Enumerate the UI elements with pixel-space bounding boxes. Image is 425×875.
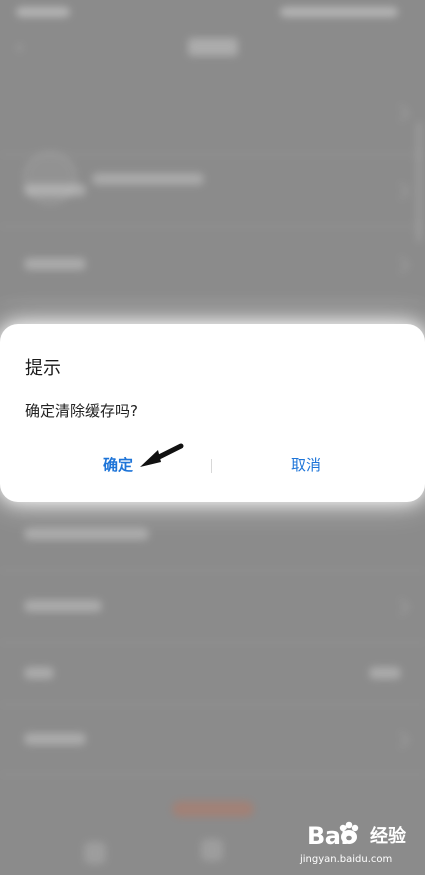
scrollbar[interactable] <box>417 122 421 242</box>
settings-row-label-blur <box>24 184 86 196</box>
dialog-message: 确定清除缓存吗? <box>25 402 138 420</box>
settings-row-value-blur <box>369 667 401 679</box>
cancel-button[interactable]: 取消 <box>291 456 321 474</box>
status-time-blur <box>16 7 70 17</box>
bottom-nav-icon[interactable] <box>84 842 106 864</box>
back-icon[interactable]: ‹ <box>16 38 32 58</box>
dialog-title: 提示 <box>25 358 61 379</box>
profile-row[interactable] <box>0 70 425 204</box>
watermark-url: jingyan.baidu.com <box>300 854 393 865</box>
settings-row-label-blur <box>24 258 86 270</box>
settings-row[interactable] <box>0 570 425 643</box>
confirm-button[interactable]: 确定 <box>103 456 133 474</box>
chevron-right-icon <box>392 182 410 200</box>
settings-row-label-blur <box>24 528 149 540</box>
chevron-right-icon <box>392 104 410 122</box>
arrow-pointer-icon <box>140 443 184 467</box>
settings-screen-with-dialog: ‹ 提示 确定清除缓存吗? 确定 取消 Bai 经验 jingyan.baidu… <box>0 0 425 875</box>
settings-row[interactable] <box>0 226 425 301</box>
settings-row-label-blur <box>24 733 86 745</box>
status-icons-blur <box>280 7 398 17</box>
watermark-suffix: 经验 <box>370 826 406 847</box>
settings-header: ‹ <box>0 28 425 70</box>
header-title-blur <box>188 38 238 56</box>
logout-button-blur[interactable] <box>172 801 254 817</box>
settings-row[interactable] <box>0 154 425 227</box>
chevron-right-icon <box>392 731 410 749</box>
settings-row-label-blur <box>24 600 102 612</box>
dialog-button-divider <box>211 459 212 473</box>
baidu-jingyan-watermark: Bai 经验 jingyan.baidu.com <box>300 818 412 868</box>
bottom-nav-icon[interactable] <box>201 839 223 861</box>
settings-row[interactable] <box>0 500 425 571</box>
status-bar <box>0 0 425 28</box>
paw-icon <box>339 821 359 844</box>
settings-row[interactable] <box>0 642 425 705</box>
chevron-right-icon <box>392 598 410 616</box>
settings-row[interactable] <box>0 704 425 775</box>
chevron-right-icon <box>392 256 410 274</box>
settings-row-label-blur <box>24 667 54 679</box>
